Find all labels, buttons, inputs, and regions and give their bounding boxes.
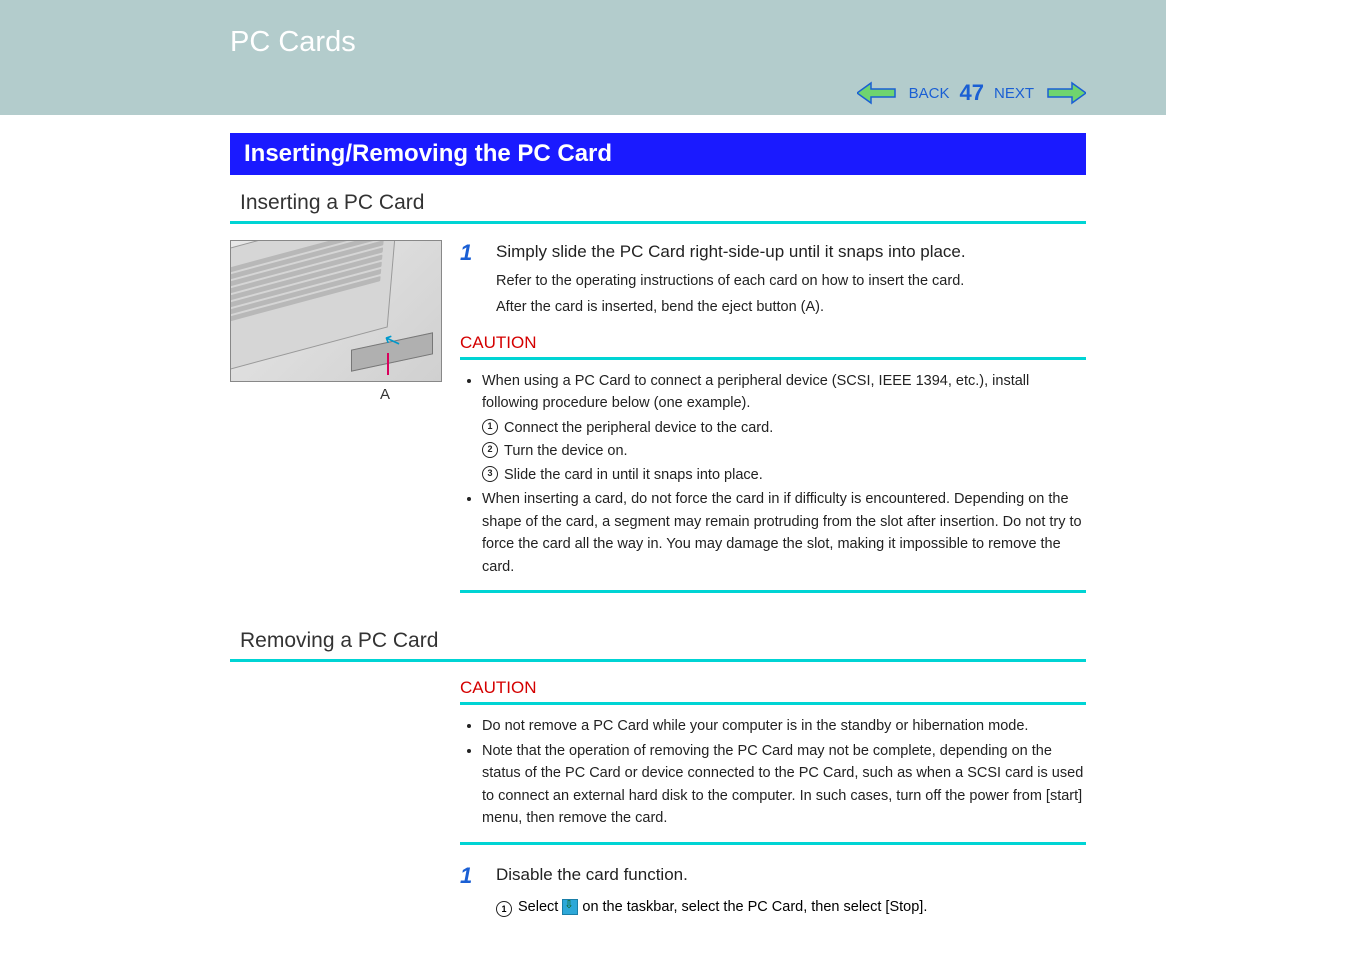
- callout-line: [387, 353, 389, 375]
- list-item: 3 Slide the card in until it snaps into p…: [482, 464, 1086, 486]
- step-number: 1: [460, 240, 480, 266]
- section-banner: Inserting/Removing the PC Card: [230, 133, 1086, 175]
- step-text: Disable the card function.: [496, 863, 688, 889]
- circled-number-icon: 2: [482, 442, 498, 458]
- divider: [460, 590, 1086, 593]
- list-item: Do not remove a PC Card while your compu…: [482, 715, 1086, 737]
- step-sub-text: Refer to the operating instructions of e…: [496, 270, 1086, 292]
- page-title: PC Cards: [230, 0, 1166, 59]
- page-container: PC Cards BACK 47 NEXT Inserting/Removing…: [0, 0, 1166, 957]
- list-item: 2 Turn the device on.: [482, 440, 1086, 462]
- step-number: 1: [460, 863, 480, 889]
- step-sub-row: 1 Select on the taskbar, select the PC C…: [496, 899, 1086, 917]
- caution-text: When using a PC Card to connect a periph…: [482, 373, 1029, 411]
- removing-indent: CAUTION Do not remove a PC Card while yo…: [460, 678, 1086, 916]
- sub-text: Select on the taskbar, select the PC Car…: [518, 899, 927, 915]
- circled-number-icon: 1: [496, 901, 512, 917]
- sub-text: Slide the card in until it snaps into pl…: [504, 464, 763, 486]
- content-area: Inserting/Removing the PC Card Inserting…: [0, 115, 1166, 957]
- sub-list: 1 Connect the peripheral device to the ca…: [482, 417, 1086, 486]
- inserting-row: ↖ A 1 Simply slide the PC Card right-sid…: [230, 240, 1086, 593]
- removing-block: Removing a PC Card CAUTION Do not remove…: [230, 629, 1086, 916]
- text-fragment: on the taskbar, select the PC Card, then…: [582, 899, 927, 915]
- divider: [460, 357, 1086, 360]
- step-sub-text: After the card is inserted, bend the eje…: [496, 296, 1086, 318]
- sub-text: Connect the peripheral device to the car…: [504, 417, 773, 439]
- back-link[interactable]: BACK: [909, 85, 950, 102]
- next-arrow-icon[interactable]: [1044, 79, 1086, 107]
- caution-label: CAUTION: [460, 333, 1086, 353]
- divider: [460, 842, 1086, 845]
- inserting-text-column: 1 Simply slide the PC Card right-side-up…: [460, 240, 1086, 593]
- laptop-illustration: ↖: [230, 240, 442, 382]
- list-item: When inserting a card, do not force the …: [482, 488, 1086, 578]
- safely-remove-hardware-icon: [562, 899, 578, 915]
- step-text: Simply slide the PC Card right-side-up u…: [496, 240, 966, 266]
- page-number: 47: [960, 80, 984, 106]
- list-item: Note that the operation of removing the …: [482, 740, 1086, 830]
- list-item: 1 Connect the peripheral device to the ca…: [482, 417, 1086, 439]
- divider: [230, 221, 1086, 224]
- divider: [460, 702, 1086, 705]
- step-row: 1 Simply slide the PC Card right-side-up…: [460, 240, 1086, 266]
- header-band: PC Cards BACK 47 NEXT: [0, 0, 1166, 115]
- back-arrow-icon[interactable]: [857, 79, 899, 107]
- caution-list: Do not remove a PC Card while your compu…: [460, 715, 1086, 829]
- sub-text: Turn the device on.: [504, 440, 628, 462]
- inserting-title: Inserting a PC Card: [240, 191, 1086, 215]
- illustration-label-a: A: [230, 386, 440, 403]
- nav-bar: BACK 47 NEXT: [857, 79, 1086, 107]
- caution-list: When using a PC Card to connect a periph…: [460, 370, 1086, 578]
- next-link[interactable]: NEXT: [994, 85, 1034, 102]
- circled-number-icon: 1: [482, 419, 498, 435]
- list-item: When using a PC Card to connect a periph…: [482, 370, 1086, 486]
- illustration-column: ↖ A: [230, 240, 440, 593]
- removing-title: Removing a PC Card: [240, 629, 1086, 653]
- circled-number-icon: 3: [482, 466, 498, 482]
- caution-label: CAUTION: [460, 678, 1086, 698]
- text-fragment: Select: [518, 899, 562, 915]
- step-row: 1 Disable the card function.: [460, 863, 1086, 889]
- divider: [230, 659, 1086, 662]
